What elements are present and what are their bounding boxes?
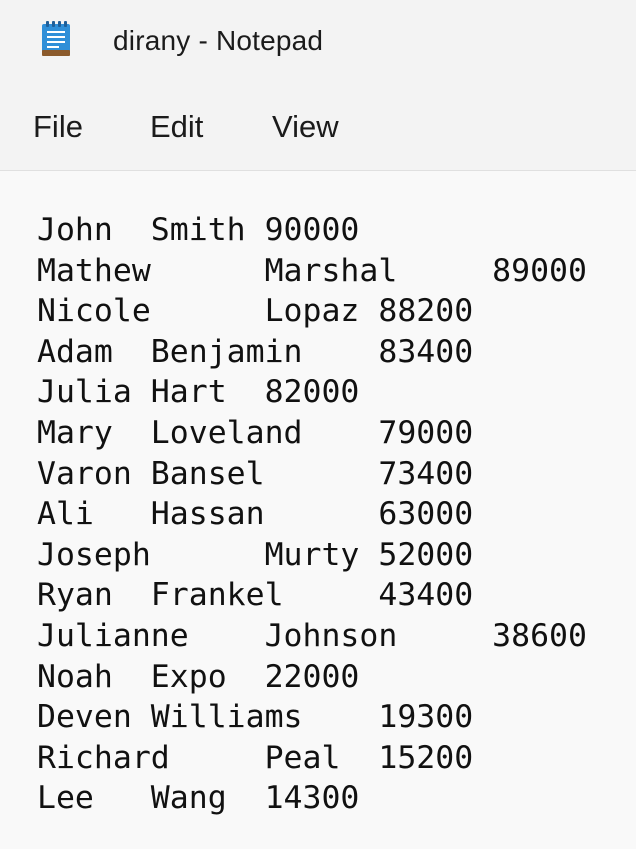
text-line: Noah Expo 22000 xyxy=(37,658,360,695)
text-line: Ryan Frankel 43400 xyxy=(37,577,474,614)
menu-bar: File Edit View xyxy=(0,82,636,170)
text-line: Julianne Johnson 38600 xyxy=(37,617,587,654)
menu-edit[interactable]: Edit xyxy=(150,108,203,146)
editor-content[interactable]: John Smith 90000 Mathew Marshal 89000 Ni… xyxy=(37,210,587,819)
title-bar[interactable]: dirany - Notepad xyxy=(0,0,636,82)
notepad-window: dirany - Notepad File Edit View John Smi… xyxy=(0,0,636,849)
text-line: Mary Loveland 79000 xyxy=(37,414,474,451)
text-line: Joseph Murty 52000 xyxy=(37,536,474,573)
text-line: Mathew Marshal 89000 xyxy=(37,252,587,289)
window-title: dirany - Notepad xyxy=(113,25,324,56)
text-line: Julia Hart 82000 xyxy=(37,374,360,411)
text-line: Varon Bansel 73400 xyxy=(37,455,474,492)
text-line: Deven Williams 19300 xyxy=(37,699,474,736)
text-line: Lee Wang 14300 xyxy=(37,780,360,817)
text-editor[interactable]: John Smith 90000 Mathew Marshal 89000 Ni… xyxy=(0,171,636,849)
menu-file[interactable]: File xyxy=(33,108,83,146)
text-line: Nicole Lopaz 88200 xyxy=(37,293,474,330)
notepad-icon xyxy=(42,21,70,56)
text-line: Adam Benjamin 83400 xyxy=(37,333,474,370)
text-line: Richard Peal 15200 xyxy=(37,739,474,776)
menu-view[interactable]: View xyxy=(272,108,339,146)
text-line: John Smith 90000 xyxy=(37,212,360,248)
text-line: Ali Hassan 63000 xyxy=(37,496,474,533)
